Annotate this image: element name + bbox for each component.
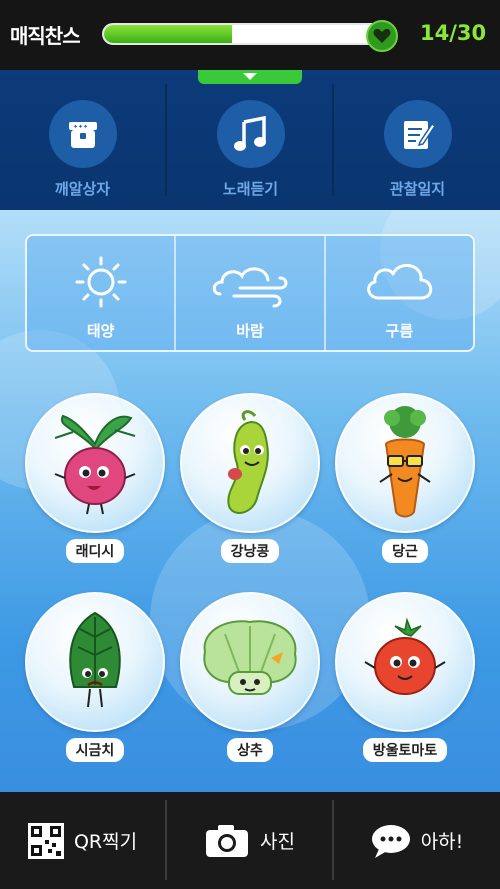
magic-chance-progress-bar [102, 23, 390, 45]
aha-label: 아하! [420, 831, 464, 853]
divider [165, 84, 167, 196]
qr-scan-label: QR찍기 [73, 831, 138, 853]
heart-icon [366, 20, 398, 52]
tool-treasure-box[interactable]: ✦✦✦ 깨알상자 [20, 70, 145, 210]
qr-code-icon [27, 822, 64, 859]
tool-listen-music[interactable]: 노래듣기 [188, 70, 313, 210]
aha-button[interactable]: 아하! [334, 792, 500, 889]
main-area: 태양 바람 구름 래디시 강낭콩 당근 시금치 상추 방울토마토 [0, 210, 500, 792]
photo-label: 사진 [260, 831, 295, 853]
vegetable-spinach[interactable]: 시금치 [25, 592, 165, 792]
app-title: 매직찬스 [10, 24, 81, 48]
weather-label: 바람 [236, 322, 264, 340]
vegetable-label: 래디시 [65, 539, 125, 563]
tool-label: 노래듣기 [222, 180, 279, 198]
spinach-character [25, 592, 165, 732]
vegetable-radish[interactable]: 래디시 [25, 393, 165, 593]
vegetable-lettuce[interactable]: 상추 [180, 592, 320, 792]
weather-wind-button[interactable]: 바람 [176, 236, 326, 350]
journal-pencil-icon [383, 100, 452, 168]
qr-scan-button[interactable]: QR찍기 [0, 792, 165, 889]
cherry-tomato-character [335, 592, 475, 732]
photo-button[interactable]: 사진 [167, 792, 332, 889]
svg-text:✦✦✦: ✦✦✦ [73, 124, 88, 131]
pull-down-tab[interactable] [198, 70, 302, 84]
bean-character [180, 393, 320, 533]
vegetable-label: 시금치 [65, 738, 125, 762]
divider [332, 84, 334, 196]
carrot-character [335, 393, 475, 533]
progress-fill [104, 25, 232, 43]
vegetable-bean[interactable]: 강낭콩 [180, 393, 320, 593]
weather-label: 구름 [385, 322, 414, 340]
tool-label: 깨알상자 [54, 180, 111, 198]
vegetable-label: 당근 [382, 539, 428, 563]
vegetable-label: 상추 [227, 738, 273, 762]
music-note-icon [216, 100, 285, 168]
weather-selector: 태양 바람 구름 [25, 234, 475, 352]
vegetable-cherry-tomato[interactable]: 방울토마토 [335, 592, 475, 792]
chance-counter: 14/30 [420, 21, 487, 45]
weather-cloud-button[interactable]: 구름 [326, 236, 473, 350]
sun-icon [75, 256, 127, 308]
tool-observation-journal[interactable]: 관찰일지 [355, 70, 480, 210]
weather-label: 태양 [86, 322, 115, 340]
weather-sun-button[interactable]: 태양 [27, 236, 177, 350]
wind-cloud-icon [212, 267, 288, 308]
tool-bar: ✦✦✦ 깨알상자 노래듣기 관찰일지 [0, 70, 500, 210]
radish-character [25, 393, 165, 533]
vegetable-label: 강낭콩 [220, 539, 280, 563]
treasure-box-icon: ✦✦✦ [48, 100, 117, 168]
tool-label: 관찰일지 [389, 180, 446, 198]
top-bar: 매직찬스 14/30 [0, 0, 500, 70]
speech-bubble-icon [371, 824, 410, 858]
cloud-icon [367, 264, 433, 300]
lettuce-character [180, 592, 320, 732]
vegetable-label: 방울토마토 [362, 738, 448, 762]
bottom-bar: QR찍기 사진 아하! [0, 792, 500, 889]
camera-icon [206, 824, 249, 857]
vegetable-carrot[interactable]: 당근 [335, 393, 475, 593]
